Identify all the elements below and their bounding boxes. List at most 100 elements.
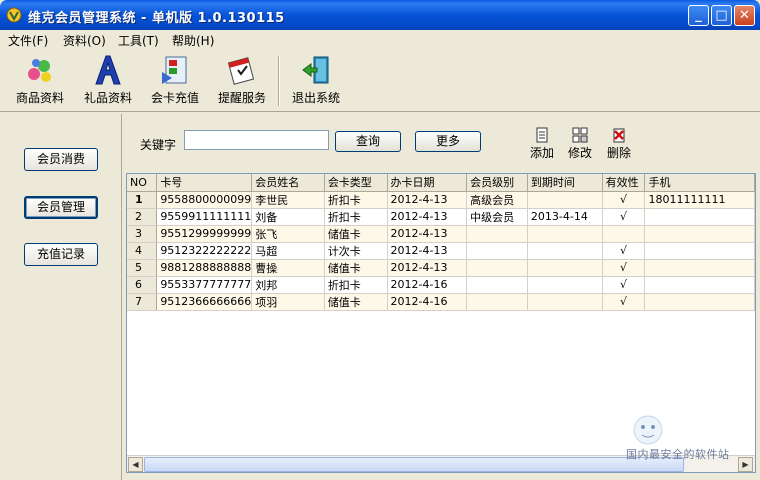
cell-member-name: 李世民 — [251, 191, 325, 209]
cell-validity: √ — [602, 242, 646, 260]
cell-no: 7 — [127, 293, 158, 311]
cell-mobile — [644, 293, 755, 311]
exit-system-label: 退出系统 — [291, 91, 340, 105]
table-row[interactable]: 4 9512322222222 马超 计次卡 2012-4-13 √ — [127, 242, 755, 260]
query-button[interactable]: 查询 — [335, 131, 401, 152]
product-data-label: 商品资料 — [15, 91, 64, 105]
add-icon — [536, 127, 548, 143]
table-row[interactable]: 7 9512366666666 项羽 储值卡 2012-4-16 √ — [127, 293, 755, 311]
cell-issue-date: 2012-4-13 — [387, 259, 468, 277]
col-issue-date[interactable]: 办卡日期 — [387, 174, 468, 192]
cell-member-level — [466, 276, 528, 294]
cell-member-name: 项羽 — [251, 293, 325, 311]
exit-icon — [302, 56, 329, 84]
table-row[interactable]: 2 9559911111111 刘备 折扣卡 2012-4-13 中级会员 20… — [127, 208, 755, 226]
menu-data[interactable]: 资料(O) — [63, 32, 106, 49]
minimize-button[interactable]: _ — [688, 5, 709, 26]
cell-card-type: 折扣卡 — [324, 191, 388, 209]
col-card-type[interactable]: 会卡类型 — [324, 174, 388, 192]
cell-validity: √ — [602, 293, 646, 311]
gift-data-button[interactable]: 礼品资料 — [76, 54, 140, 110]
delete-button[interactable]: 删除 — [603, 127, 635, 161]
add-label: 添加 — [529, 146, 554, 160]
cell-member-level — [466, 242, 528, 260]
table-row[interactable]: 1 9558800000099 李世民 折扣卡 2012-4-13 高级会员 √… — [127, 191, 755, 209]
cell-expiry — [527, 276, 603, 294]
cell-card-type: 储值卡 — [324, 293, 388, 311]
cell-card-number: 9512366666666 — [156, 293, 253, 311]
col-mobile[interactable]: 手机 — [644, 174, 755, 192]
cell-issue-date: 2012-4-16 — [387, 293, 468, 311]
col-no[interactable]: NO — [127, 174, 158, 192]
reminder-icon — [227, 57, 255, 85]
col-expiry[interactable]: 到期时间 — [527, 174, 603, 192]
maximize-button[interactable]: □ — [711, 5, 732, 26]
cell-no: 2 — [127, 208, 158, 226]
toolbar: 商品资料 礼品资料 会卡充值 提醒服务 退出系统 — [0, 50, 760, 112]
cell-card-number: 9551299999999 — [156, 225, 253, 243]
menu-tools[interactable]: 工具(T) — [118, 32, 159, 49]
table-row[interactable]: 3 9551299999999 张飞 储值卡 2012-4-13 — [127, 225, 755, 243]
add-button[interactable]: 添加 — [526, 127, 558, 161]
gift-icon — [95, 55, 121, 85]
col-validity[interactable]: 有效性 — [602, 174, 646, 192]
recharge-icon — [162, 56, 187, 84]
cell-card-number: 9558800000099 — [156, 191, 253, 209]
cell-mobile — [644, 208, 755, 226]
reminder-service-button[interactable]: 提醒服务 — [210, 54, 274, 110]
watermark-text: 国内最安全的软件站 — [626, 448, 730, 461]
cell-validity: √ — [602, 276, 646, 294]
col-member-name[interactable]: 会员姓名 — [251, 174, 325, 192]
cell-card-type: 折扣卡 — [324, 208, 388, 226]
cell-validity — [602, 225, 646, 243]
exit-system-button[interactable]: 退出系统 — [284, 54, 348, 110]
recharge-records-button[interactable]: 充值记录 — [24, 243, 98, 266]
close-button[interactable]: ✕ — [734, 5, 755, 26]
menu-file[interactable]: 文件(F) — [8, 32, 48, 49]
window-title: 维克会员管理系统 - 单机版 1.0.130115 — [28, 11, 285, 26]
cell-no: 5 — [127, 259, 158, 277]
cell-member-level: 高级会员 — [466, 191, 528, 209]
cell-validity: √ — [602, 208, 646, 226]
scroll-thumb[interactable] — [144, 457, 684, 472]
edit-label: 修改 — [567, 146, 592, 160]
cell-mobile — [644, 276, 755, 294]
table-row[interactable]: 5 9881288888888 曹操 储值卡 2012-4-13 √ — [127, 259, 755, 277]
cell-issue-date: 2012-4-13 — [387, 191, 468, 209]
cell-expiry — [527, 242, 603, 260]
cell-card-number: 9881288888888 — [156, 259, 253, 277]
gift-data-label: 礼品资料 — [83, 91, 132, 105]
cell-mobile — [644, 259, 755, 277]
cell-no: 6 — [127, 276, 158, 294]
member-management-button[interactable]: 会员管理 — [24, 196, 98, 219]
cell-member-name: 张飞 — [251, 225, 325, 243]
menu-bar: 文件(F) 资料(O) 工具(T) 帮助(H) — [0, 30, 760, 50]
delete-icon — [613, 128, 625, 143]
cell-expiry — [527, 191, 603, 209]
cell-expiry — [527, 293, 603, 311]
cell-expiry — [527, 259, 603, 277]
cell-member-name: 马超 — [251, 242, 325, 260]
cell-expiry: 2013-4-14 — [527, 208, 603, 226]
cell-mobile — [644, 225, 755, 243]
keyword-input[interactable] — [184, 130, 329, 150]
cell-mobile — [644, 242, 755, 260]
edit-button[interactable]: 修改 — [564, 127, 596, 161]
col-member-level[interactable]: 会员级别 — [466, 174, 528, 192]
cell-no: 3 — [127, 225, 158, 243]
col-card-number[interactable]: 卡号 — [156, 174, 253, 192]
watermark-logo-icon — [633, 415, 663, 445]
table-row[interactable]: 6 9553377777777 刘邦 折扣卡 2012-4-16 √ — [127, 276, 755, 294]
cell-issue-date: 2012-4-13 — [387, 208, 468, 226]
more-button[interactable]: 更多 — [415, 131, 481, 152]
product-data-button[interactable]: 商品资料 — [8, 54, 72, 110]
member-consumption-button[interactable]: 会员消费 — [24, 148, 98, 171]
cell-card-number: 9512322222222 — [156, 242, 253, 260]
card-recharge-button[interactable]: 会卡充值 — [143, 54, 207, 110]
scroll-left-icon[interactable]: ◀ — [128, 457, 143, 472]
cell-mobile: 18011111111 — [644, 191, 755, 209]
menu-help[interactable]: 帮助(H) — [172, 32, 214, 49]
cell-member-name: 曹操 — [251, 259, 325, 277]
app-logo-icon — [6, 7, 22, 23]
cell-card-type: 储值卡 — [324, 259, 388, 277]
